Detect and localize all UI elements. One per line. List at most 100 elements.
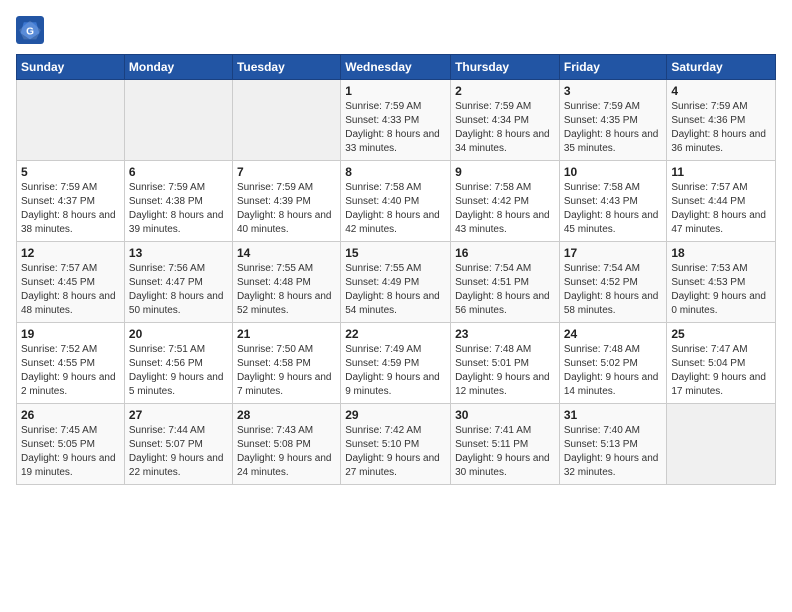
day-number: 16 <box>455 246 555 260</box>
day-number: 17 <box>564 246 663 260</box>
day-number: 13 <box>129 246 228 260</box>
day-info: Sunrise: 7:59 AM Sunset: 4:37 PM Dayligh… <box>21 181 120 237</box>
calendar-week-row: 5 Sunrise: 7:59 AM Sunset: 4:37 PM Daylig… <box>17 161 776 242</box>
weekday-header: Monday <box>124 55 232 80</box>
day-info: Sunrise: 7:50 AM Sunset: 4:58 PM Dayligh… <box>237 343 336 399</box>
calendar-cell: 20Sunrise: 7:51 AM Sunset: 4:56 PM Dayli… <box>124 323 232 404</box>
day-number: 24 <box>564 327 663 341</box>
day-number: 31 <box>564 408 663 422</box>
calendar-week-row: 1 Sunrise: 7:59 AM Sunset: 4:33 PM Daylig… <box>17 80 776 161</box>
day-info: Sunrise: 7:45 AM Sunset: 5:05 PM Dayligh… <box>21 424 120 480</box>
day-info: Sunrise: 7:40 AM Sunset: 5:13 PM Dayligh… <box>564 424 663 480</box>
day-number: 5 <box>21 165 120 179</box>
day-number: 4 <box>671 84 771 98</box>
calendar-cell: 2Sunrise: 7:59 AM Sunset: 4:34 PM Daylig… <box>451 80 560 161</box>
day-info: Sunrise: 7:56 AM Sunset: 4:47 PM Dayligh… <box>129 262 228 318</box>
day-info: Sunrise: 7:58 AM Sunset: 4:43 PM Dayligh… <box>564 181 663 237</box>
weekday-header: Friday <box>559 55 667 80</box>
day-info: Sunrise: 7:48 AM Sunset: 5:01 PM Dayligh… <box>455 343 555 399</box>
calendar-cell: 27 Sunrise: 7:44 AM Sunset: 5:07 PM Dayli… <box>124 404 232 485</box>
calendar-cell <box>17 80 125 161</box>
calendar-cell: 12 Sunrise: 7:57 AM Sunset: 4:45 PM Dayli… <box>17 242 125 323</box>
day-number: 30 <box>455 408 555 422</box>
calendar-cell: 25 Sunrise: 7:47 AM Sunset: 5:04 PM Dayli… <box>667 323 776 404</box>
calendar-cell: 21 Sunrise: 7:50 AM Sunset: 4:58 PM Dayli… <box>232 323 340 404</box>
day-info: Sunrise: 7:55 AM Sunset: 4:48 PM Dayligh… <box>237 262 336 318</box>
calendar-cell <box>124 80 232 161</box>
calendar-header: SundayMondayTuesdayWednesdayThursdayFrid… <box>17 55 776 80</box>
day-info: Sunrise: 7:41 AM Sunset: 5:11 PM Dayligh… <box>455 424 555 480</box>
calendar-cell: 26 Sunrise: 7:45 AM Sunset: 5:05 PM Dayli… <box>17 404 125 485</box>
day-info: Sunrise: 7:59 AM Sunset: 4:33 PM Dayligh… <box>345 100 446 156</box>
day-info: Sunrise: 7:51 AM Sunset: 4:56 PM Dayligh… <box>129 343 228 399</box>
svg-text:G: G <box>26 27 34 38</box>
calendar-cell: 19Sunrise: 7:52 AM Sunset: 4:55 PM Dayli… <box>17 323 125 404</box>
day-number: 26 <box>21 408 120 422</box>
day-number: 15 <box>345 246 446 260</box>
day-number: 9 <box>455 165 555 179</box>
day-number: 1 <box>345 84 446 98</box>
day-number: 14 <box>237 246 336 260</box>
day-info: Sunrise: 7:57 AM Sunset: 4:44 PM Dayligh… <box>671 181 771 237</box>
calendar-cell: 17 Sunrise: 7:54 AM Sunset: 4:52 PM Dayli… <box>559 242 667 323</box>
day-info: Sunrise: 7:58 AM Sunset: 4:42 PM Dayligh… <box>455 181 555 237</box>
day-info: Sunrise: 7:59 AM Sunset: 4:36 PM Dayligh… <box>671 100 771 156</box>
day-number: 18 <box>671 246 771 260</box>
calendar-cell: 4 Sunrise: 7:59 AM Sunset: 4:36 PM Daylig… <box>667 80 776 161</box>
calendar-cell: 15 Sunrise: 7:55 AM Sunset: 4:49 PM Dayli… <box>341 242 451 323</box>
calendar-cell: 16 Sunrise: 7:54 AM Sunset: 4:51 PM Dayli… <box>451 242 560 323</box>
calendar-cell: 30 Sunrise: 7:41 AM Sunset: 5:11 PM Dayli… <box>451 404 560 485</box>
calendar-week-row: 19Sunrise: 7:52 AM Sunset: 4:55 PM Dayli… <box>17 323 776 404</box>
day-info: Sunrise: 7:59 AM Sunset: 4:35 PM Dayligh… <box>564 100 663 156</box>
day-info: Sunrise: 7:54 AM Sunset: 4:51 PM Dayligh… <box>455 262 555 318</box>
day-info: Sunrise: 7:47 AM Sunset: 5:04 PM Dayligh… <box>671 343 771 399</box>
day-number: 28 <box>237 408 336 422</box>
calendar-cell: 31 Sunrise: 7:40 AM Sunset: 5:13 PM Dayli… <box>559 404 667 485</box>
logo: G <box>16 16 48 44</box>
day-info: Sunrise: 7:48 AM Sunset: 5:02 PM Dayligh… <box>564 343 663 399</box>
day-info: Sunrise: 7:57 AM Sunset: 4:45 PM Dayligh… <box>21 262 120 318</box>
calendar-cell: 6Sunrise: 7:59 AM Sunset: 4:38 PM Daylig… <box>124 161 232 242</box>
day-info: Sunrise: 7:43 AM Sunset: 5:08 PM Dayligh… <box>237 424 336 480</box>
weekday-header: Tuesday <box>232 55 340 80</box>
calendar-cell: 3 Sunrise: 7:59 AM Sunset: 4:35 PM Daylig… <box>559 80 667 161</box>
day-number: 23 <box>455 327 555 341</box>
day-info: Sunrise: 7:54 AM Sunset: 4:52 PM Dayligh… <box>564 262 663 318</box>
day-number: 27 <box>129 408 228 422</box>
calendar-cell: 13 Sunrise: 7:56 AM Sunset: 4:47 PM Dayli… <box>124 242 232 323</box>
day-info: Sunrise: 7:59 AM Sunset: 4:38 PM Dayligh… <box>129 181 228 237</box>
weekday-header: Wednesday <box>341 55 451 80</box>
day-number: 2 <box>455 84 555 98</box>
calendar-cell: 23 Sunrise: 7:48 AM Sunset: 5:01 PM Dayli… <box>451 323 560 404</box>
day-number: 7 <box>237 165 336 179</box>
calendar-cell: 28 Sunrise: 7:43 AM Sunset: 5:08 PM Dayli… <box>232 404 340 485</box>
day-number: 8 <box>345 165 446 179</box>
calendar-cell: 24 Sunrise: 7:48 AM Sunset: 5:02 PM Dayli… <box>559 323 667 404</box>
day-info: Sunrise: 7:58 AM Sunset: 4:40 PM Dayligh… <box>345 181 446 237</box>
calendar-table: SundayMondayTuesdayWednesdayThursdayFrid… <box>16 54 776 485</box>
calendar-cell: 29Sunrise: 7:42 AM Sunset: 5:10 PM Dayli… <box>341 404 451 485</box>
calendar-cell: 7 Sunrise: 7:59 AM Sunset: 4:39 PM Daylig… <box>232 161 340 242</box>
day-number: 3 <box>564 84 663 98</box>
day-info: Sunrise: 7:49 AM Sunset: 4:59 PM Dayligh… <box>345 343 446 399</box>
day-number: 19 <box>21 327 120 341</box>
calendar-week-row: 26 Sunrise: 7:45 AM Sunset: 5:05 PM Dayli… <box>17 404 776 485</box>
day-info: Sunrise: 7:44 AM Sunset: 5:07 PM Dayligh… <box>129 424 228 480</box>
weekday-header: Thursday <box>451 55 560 80</box>
day-number: 21 <box>237 327 336 341</box>
day-number: 11 <box>671 165 771 179</box>
day-info: Sunrise: 7:55 AM Sunset: 4:49 PM Dayligh… <box>345 262 446 318</box>
calendar-cell: 10Sunrise: 7:58 AM Sunset: 4:43 PM Dayli… <box>559 161 667 242</box>
page-header: G <box>16 16 776 44</box>
day-info: Sunrise: 7:53 AM Sunset: 4:53 PM Dayligh… <box>671 262 771 318</box>
calendar-cell: 9 Sunrise: 7:58 AM Sunset: 4:42 PM Daylig… <box>451 161 560 242</box>
calendar-cell: 8 Sunrise: 7:58 AM Sunset: 4:40 PM Daylig… <box>341 161 451 242</box>
calendar-cell: 11 Sunrise: 7:57 AM Sunset: 4:44 PM Dayli… <box>667 161 776 242</box>
day-number: 12 <box>21 246 120 260</box>
calendar-cell: 18 Sunrise: 7:53 AM Sunset: 4:53 PM Dayli… <box>667 242 776 323</box>
day-number: 25 <box>671 327 771 341</box>
calendar-cell <box>232 80 340 161</box>
calendar-cell: 1 Sunrise: 7:59 AM Sunset: 4:33 PM Daylig… <box>341 80 451 161</box>
logo-icon: G <box>16 16 44 44</box>
day-info: Sunrise: 7:59 AM Sunset: 4:39 PM Dayligh… <box>237 181 336 237</box>
